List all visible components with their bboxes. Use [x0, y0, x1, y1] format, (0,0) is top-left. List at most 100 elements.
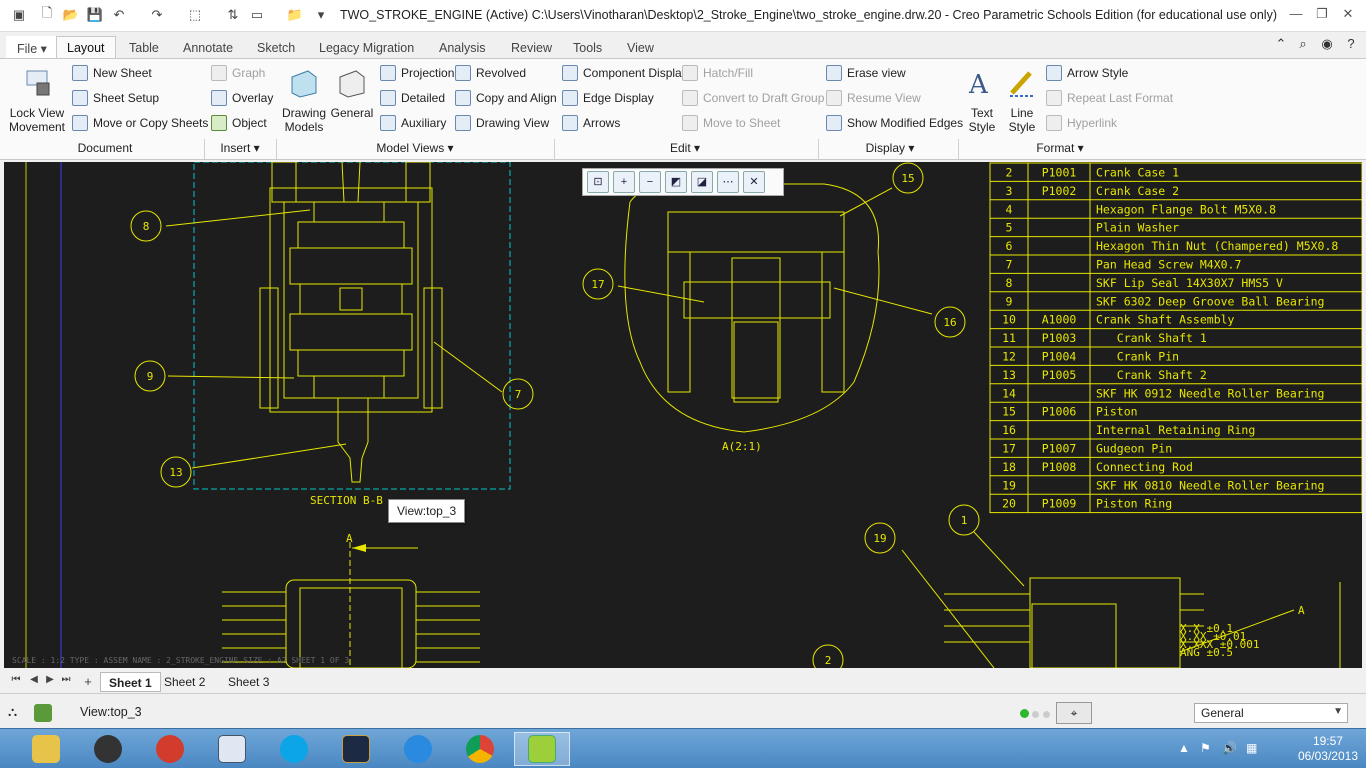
redo-icon[interactable]: ↷	[148, 6, 166, 24]
folder-close-icon[interactable]: 📁	[286, 6, 304, 24]
undo-icon[interactable]: ↶	[110, 6, 128, 24]
taskbar-internet-explorer[interactable]	[390, 732, 446, 766]
save-icon[interactable]: 💾	[86, 6, 104, 24]
open-folder-icon[interactable]: 📂	[62, 6, 80, 24]
taskbar-skype[interactable]	[266, 732, 322, 766]
close-button[interactable]: ✕	[1336, 6, 1360, 26]
windows-icon[interactable]: ▭	[248, 6, 266, 24]
search-icon[interactable]: ⌕	[1294, 36, 1312, 54]
show-hidden-icons[interactable]: ▲	[1178, 741, 1190, 755]
move-copy-sheets-button[interactable]: Move or Copy Sheets	[72, 113, 208, 133]
add-sheet-icon[interactable]: +	[80, 674, 96, 690]
tab-annotate[interactable]: Annotate	[172, 36, 244, 58]
display-style-icon[interactable]: ◪	[691, 171, 713, 193]
copy-align-button[interactable]: Copy and Align	[455, 88, 557, 108]
graph-button[interactable]: Graph	[211, 63, 265, 83]
minimize-ribbon-icon[interactable]: ⌃	[1272, 36, 1290, 54]
lock-view-movement-button[interactable]: Lock View Movement	[8, 67, 66, 134]
help-icon[interactable]: ?	[1342, 36, 1360, 54]
action-center-icon[interactable]: ⚑	[1200, 741, 1211, 755]
group-model-views[interactable]: Model Views ▾	[330, 141, 500, 161]
balloon-1[interactable]: 1	[948, 504, 980, 536]
auxiliary-button[interactable]: Auxiliary	[380, 113, 446, 133]
help-center-icon[interactable]: ◉	[1318, 36, 1336, 54]
tab-file[interactable]: File ▾	[6, 36, 58, 58]
convert-draft-group-button[interactable]: Convert to Draft Group	[682, 88, 824, 108]
selection-filter-dropdown[interactable]: General ▼	[1194, 703, 1348, 723]
arrows-button[interactable]: Arrows	[562, 113, 620, 133]
taskbar-chrome[interactable]	[452, 732, 508, 766]
repaint-icon[interactable]: ◩	[665, 171, 687, 193]
move-to-sheet-button[interactable]: Move to Sheet	[682, 113, 780, 133]
tab-tools[interactable]: Tools	[562, 36, 613, 58]
general-view-button[interactable]: General	[330, 67, 374, 120]
component-display-button[interactable]: Component Display	[562, 63, 688, 83]
sheet-tab-3[interactable]: Sheet 3	[220, 672, 277, 692]
datum-display-icon[interactable]: ✕	[743, 171, 765, 193]
drawing-view-button[interactable]: Drawing View	[455, 113, 549, 133]
balloon-15[interactable]: 15	[892, 162, 924, 194]
balloon-9[interactable]: 9	[134, 360, 166, 392]
taskbar-creo[interactable]	[514, 732, 570, 766]
arrow-style-button[interactable]: Arrow Style	[1046, 63, 1128, 83]
show-modified-edges-button[interactable]: Show Modified Edges	[826, 113, 963, 133]
refit-icon[interactable]: ⊡	[587, 171, 609, 193]
revolved-button[interactable]: Revolved	[455, 63, 526, 83]
balloon-17[interactable]: 17	[582, 268, 614, 300]
tab-table[interactable]: Table	[118, 36, 170, 58]
repeat-last-format-button[interactable]: Repeat Last Format	[1046, 88, 1173, 108]
overlay-button[interactable]: Overlay	[211, 88, 273, 108]
group-insert[interactable]: Insert ▾	[205, 141, 275, 161]
last-sheet-icon[interactable]: ⏭	[58, 674, 74, 690]
hyperlink-button[interactable]: Hyperlink	[1046, 113, 1117, 133]
taskbar-steam[interactable]	[80, 732, 136, 766]
taskbar-window-app[interactable]	[204, 732, 260, 766]
next-sheet-icon[interactable]: ▶	[42, 674, 58, 690]
drawing-canvas[interactable]: SECTION B-B A(2:1) A A X.X ±0.1 X.XX ±0.…	[4, 162, 1362, 668]
sheet-tab-2[interactable]: Sheet 2	[156, 672, 213, 692]
volume-icon[interactable]: 🔊	[1222, 741, 1237, 755]
previous-sheet-icon[interactable]: ◀	[26, 674, 42, 690]
balloon-19[interactable]: 19	[864, 522, 896, 554]
model-tree-icon[interactable]: ⛬	[8, 704, 26, 722]
text-style-button[interactable]: A Text Style	[962, 67, 1002, 134]
object-button[interactable]: Object	[211, 113, 267, 133]
edge-display-button[interactable]: Edge Display	[562, 88, 654, 108]
new-sheet-button[interactable]: New Sheet	[72, 63, 152, 83]
taskbar-league-of-legends[interactable]	[328, 732, 384, 766]
hatch-fill-button[interactable]: Hatch/Fill	[682, 63, 753, 83]
line-style-button[interactable]: Line Style	[1002, 67, 1042, 134]
lower-view[interactable]	[222, 542, 480, 668]
system-clock[interactable]: 19:57 06/03/2013	[1298, 734, 1358, 764]
find-icon[interactable]: ⌖	[1056, 702, 1092, 724]
minimize-button[interactable]: —	[1284, 6, 1308, 26]
sheet-tab-1[interactable]: Sheet 1	[100, 672, 161, 692]
balloon-2[interactable]: 2	[812, 644, 844, 668]
tab-sketch[interactable]: Sketch	[246, 36, 306, 58]
network-icon[interactable]: ▦	[1246, 741, 1257, 755]
tab-review[interactable]: Review	[500, 36, 563, 58]
erase-view-button[interactable]: Erase view	[826, 63, 906, 83]
tab-legacy-migration[interactable]: Legacy Migration	[308, 36, 425, 58]
bom-table[interactable]: 2 P1001 Crank Case 1 3 P1002 Crank Case 2 4 Hex…	[989, 162, 1362, 514]
balloon-8[interactable]: 8	[130, 210, 162, 242]
new-file-icon[interactable]: 🗋	[38, 5, 56, 24]
zoom-in-icon[interactable]: +	[613, 171, 635, 193]
balloon-7[interactable]: 7	[502, 378, 534, 410]
group-display[interactable]: Display ▾	[840, 141, 940, 161]
customize-quick-access-icon[interactable]: ▾	[312, 6, 330, 24]
taskbar-ccleaner[interactable]	[142, 732, 198, 766]
regenerate-icon[interactable]: ⇅	[224, 6, 242, 24]
sheet-setup-button[interactable]: Sheet Setup	[72, 88, 159, 108]
detail-view-a[interactable]	[617, 183, 933, 433]
projection-button[interactable]: Projection	[380, 63, 454, 83]
annotation-display-icon[interactable]: ⋯	[717, 171, 739, 193]
section-b-b-view[interactable]	[165, 162, 503, 483]
lower-right-view[interactable]	[901, 531, 1341, 668]
resume-view-button[interactable]: Resume View	[826, 88, 921, 108]
balloon-13[interactable]: 13	[160, 456, 192, 488]
tab-layout[interactable]: Layout	[56, 36, 116, 58]
section-view-frame[interactable]	[193, 162, 511, 490]
taskbar-file-explorer[interactable]	[18, 732, 74, 766]
first-sheet-icon[interactable]: ⏮	[8, 674, 24, 690]
